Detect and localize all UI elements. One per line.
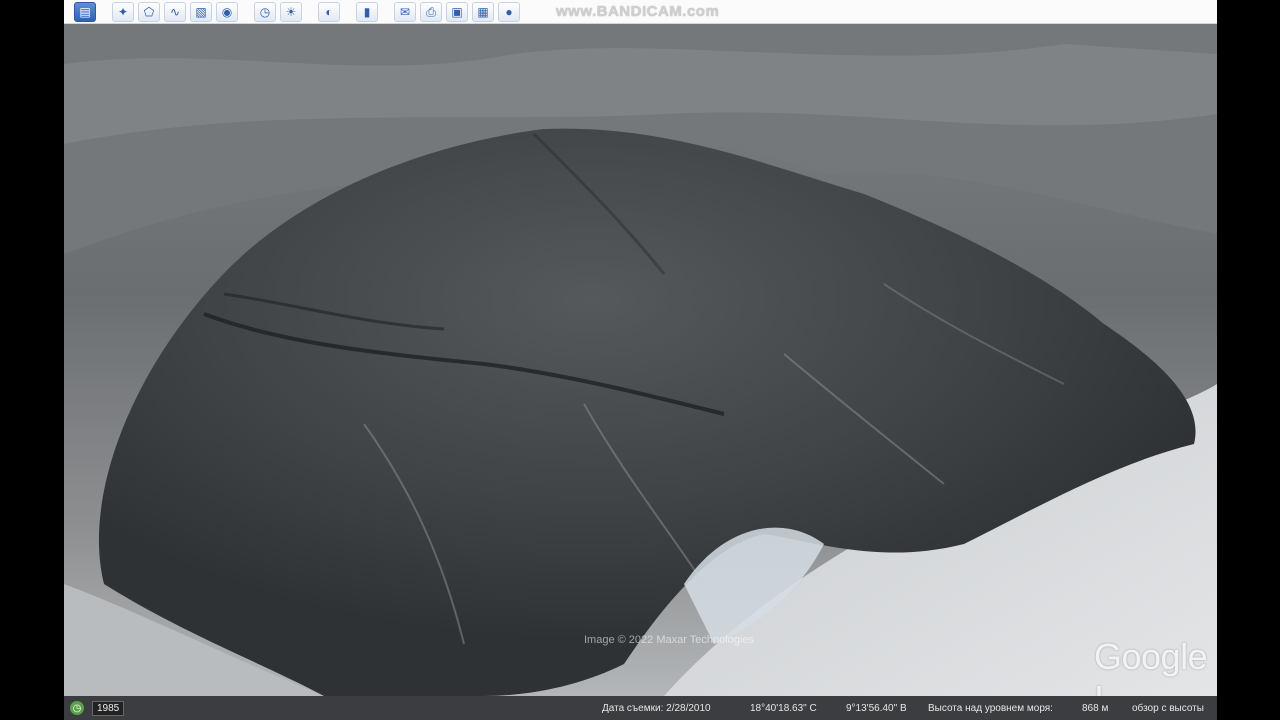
email-icon: ✉ <box>399 4 411 19</box>
path-icon: ∿ <box>169 4 181 19</box>
elevation-value: 868 м <box>1082 702 1109 714</box>
planet-icon: ◐ <box>325 4 333 19</box>
save-image-icon: ▣ <box>451 4 463 19</box>
3d-earth-view[interactable]: Image © 2022 Maxar Technologies Google I <box>64 24 1217 696</box>
historical-imagery-button[interactable]: ◷ <box>254 1 276 22</box>
longitude-readout: 9°13'56.40" В <box>846 702 907 714</box>
ruler-button[interactable]: ▮ <box>356 1 378 22</box>
print-button[interactable]: ⎙ <box>420 1 442 22</box>
elevation-label: Высота над уровнем моря: <box>928 702 1053 714</box>
save-image-button[interactable]: ▣ <box>446 1 468 22</box>
terrain-render <box>64 24 1217 696</box>
imagery-year-badge[interactable]: 1985 <box>92 700 125 716</box>
add-image-overlay-button[interactable]: ▧ <box>190 1 212 22</box>
record-tour-icon: ◉ <box>221 4 233 19</box>
email-button[interactable]: ✉ <box>394 1 416 22</box>
historical-imagery-icon[interactable]: ◷ <box>70 701 84 715</box>
earth-view-button[interactable]: ● <box>498 1 520 22</box>
sidebar-toggle-button[interactable]: ▤ <box>74 1 96 22</box>
toolbar: ▤ ✦ ⬠ ∿ ▧ ◉ ◷ ☀ ◐ ▮ ✉ ⎙ ▣ ▦ ● www.BANDIC… <box>64 0 1217 24</box>
image-overlay-icon: ▧ <box>195 4 207 19</box>
record-tour-button[interactable]: ◉ <box>216 1 238 22</box>
imagery-date: Дата съемки: 2/28/2010 <box>602 702 711 714</box>
sidebar-icon: ▤ <box>79 4 91 19</box>
map-icon: ▦ <box>477 4 489 19</box>
imagery-attribution: Image © 2022 Maxar Technologies <box>584 634 754 646</box>
add-path-button[interactable]: ∿ <box>164 1 186 22</box>
map-view-button[interactable]: ▦ <box>472 1 494 22</box>
placemark-icon: ✦ <box>117 4 129 19</box>
ruler-icon: ▮ <box>363 4 371 19</box>
clock-icon: ◷ <box>259 4 271 19</box>
google-earth-window: ▤ ✦ ⬠ ∿ ▧ ◉ ◷ ☀ ◐ ▮ ✉ ⎙ ▣ ▦ ● www.BANDIC… <box>64 0 1217 720</box>
latitude-readout: 18°40'18.63" С <box>750 702 817 714</box>
status-bar: ◷ 1985 Дата съемки: 2/28/2010 18°40'18.6… <box>64 696 1217 720</box>
google-logo: Google I <box>1094 636 1208 696</box>
printer-icon: ⎙ <box>426 4 436 19</box>
add-placemark-button[interactable]: ✦ <box>112 1 134 22</box>
planets-button[interactable]: ◐ <box>318 1 340 22</box>
eye-altitude-label: обзор с высоты <box>1132 702 1204 714</box>
polygon-icon: ⬠ <box>143 4 155 19</box>
globe-icon: ● <box>505 4 513 19</box>
recorder-watermark: www.BANDICAM.com <box>556 3 720 20</box>
sun-icon: ☀ <box>285 4 297 19</box>
add-polygon-button[interactable]: ⬠ <box>138 1 160 22</box>
sunlight-button[interactable]: ☀ <box>280 1 302 22</box>
